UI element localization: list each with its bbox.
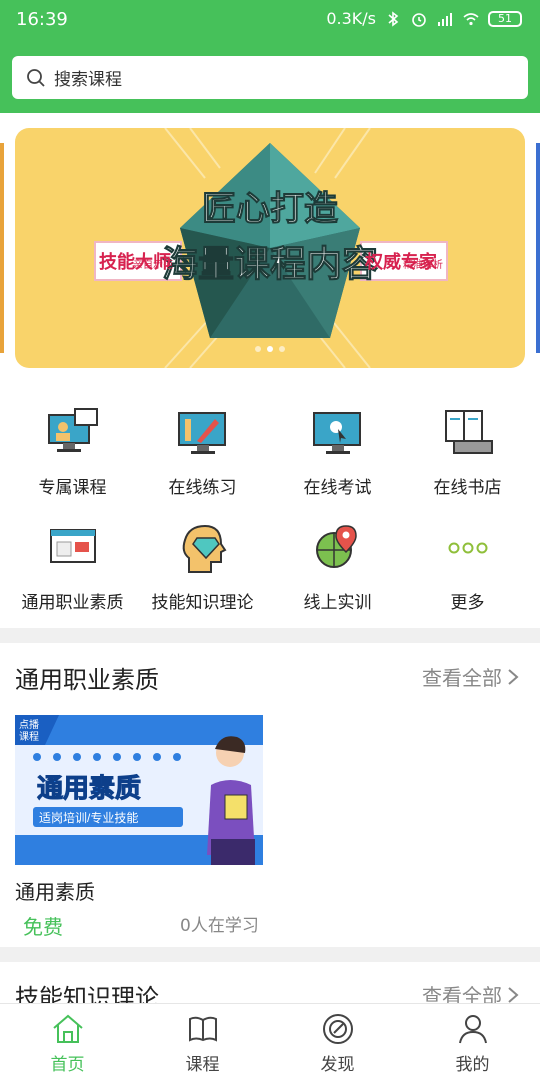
search-icon bbox=[27, 68, 45, 87]
category-label: 通用职业素质 bbox=[21, 593, 124, 613]
bluetooth-icon bbox=[388, 10, 399, 27]
section-divider bbox=[0, 628, 540, 643]
banner-headline-1: 匠心打造 bbox=[202, 190, 338, 228]
globe-pin-icon bbox=[315, 525, 357, 568]
head-diamond-icon bbox=[182, 524, 226, 573]
chevron-right-icon bbox=[508, 986, 519, 1003]
signal-icon bbox=[438, 12, 452, 26]
banner-dot-active[interactable] bbox=[267, 346, 273, 352]
banner-right-tag-sub: 精准解析 bbox=[403, 258, 443, 271]
nav-label: 发现 bbox=[320, 1055, 355, 1075]
banner-carousel[interactable]: 匠心打造 海量课程内容 技能大师 亲自示范 权威专家 精准解析 bbox=[0, 113, 540, 383]
book-icon bbox=[188, 1016, 217, 1042]
banner-next-peek bbox=[536, 143, 540, 353]
category-online-exam[interactable]: 在线考试 bbox=[270, 395, 405, 505]
category-online-bookstore[interactable]: 在线书店 bbox=[400, 395, 535, 505]
category-exclusive-courses[interactable]: 专属课程 bbox=[5, 395, 140, 505]
course-thumbnail-art: 点播 课程 通用素质 适岗培训/专业技能 bbox=[15, 715, 263, 865]
nav-label: 我的 bbox=[455, 1055, 490, 1075]
banner-dot[interactable] bbox=[279, 346, 285, 352]
monitor-cursor-icon bbox=[312, 412, 361, 454]
course-learner-count: 0人在学习 bbox=[180, 916, 259, 936]
category-general-quality[interactable]: 通用职业素质 bbox=[5, 510, 140, 620]
monitor-teacher-icon bbox=[47, 408, 98, 452]
header: 16:39 0.3K/s 51 搜索课程 bbox=[0, 0, 540, 113]
nav-home[interactable]: 首页 bbox=[0, 1004, 135, 1080]
ruler-pencil-monitor-icon bbox=[177, 412, 226, 454]
compass-icon bbox=[322, 1014, 353, 1044]
category-online-training[interactable]: 线上实训 bbox=[270, 510, 405, 620]
course-name[interactable]: 通用素质 bbox=[15, 876, 95, 905]
course-thumb-subtitle: 适岗培训/专业技能 bbox=[39, 810, 138, 825]
course-badge-line2: 课程 bbox=[19, 731, 39, 743]
book-keyboard-icon bbox=[444, 410, 493, 454]
nav-discover[interactable]: 发现 bbox=[270, 1004, 405, 1080]
category-label: 在线考试 bbox=[303, 478, 372, 498]
banner-left-tag-sub: 亲自示范 bbox=[133, 258, 173, 271]
nav-label: 课程 bbox=[185, 1055, 220, 1075]
home-icon bbox=[52, 1014, 83, 1043]
banner-slide[interactable]: 匠心打造 海量课程内容 技能大师 亲自示范 权威专家 精准解析 bbox=[15, 128, 525, 368]
category-label: 在线练习 bbox=[168, 478, 237, 498]
category-label: 专属课程 bbox=[38, 478, 107, 498]
section-title-general-quality: 通用职业素质 bbox=[15, 666, 159, 694]
nav-courses[interactable]: 课程 bbox=[135, 1004, 270, 1080]
banner-pagination bbox=[255, 346, 285, 352]
banner-dot[interactable] bbox=[255, 346, 261, 352]
more-dots-icon bbox=[448, 542, 487, 554]
video-page-icon bbox=[49, 529, 96, 563]
category-label: 线上实训 bbox=[303, 593, 372, 613]
status-time: 16:39 bbox=[16, 9, 68, 30]
search-input[interactable]: 搜索课程 bbox=[12, 56, 528, 99]
wifi-icon bbox=[463, 12, 479, 25]
banner-artwork: 匠心打造 海量课程内容 技能大师 亲自示范 权威专家 精准解析 bbox=[94, 128, 448, 368]
category-label: 更多 bbox=[450, 593, 485, 613]
course-badge-line1: 点播 bbox=[19, 718, 39, 731]
network-speed: 0.3K/s bbox=[326, 9, 376, 28]
category-skill-theory[interactable]: 技能知识理论 bbox=[135, 510, 270, 620]
banner-prev-peek bbox=[0, 143, 4, 353]
course-price: 免费 bbox=[23, 915, 63, 939]
status-icons: 0.3K/s 51 bbox=[326, 9, 522, 28]
banner-headline-2: 海量课程内容 bbox=[162, 243, 378, 284]
battery-icon: 51 bbox=[488, 10, 522, 27]
chevron-right-icon bbox=[508, 668, 519, 685]
nav-profile[interactable]: 我的 bbox=[405, 1004, 540, 1080]
alarm-icon bbox=[412, 12, 426, 27]
category-label: 技能知识理论 bbox=[151, 593, 254, 613]
view-all-label: 查看全部 bbox=[422, 666, 502, 690]
category-online-practice[interactable]: 在线练习 bbox=[135, 395, 270, 505]
view-all-button[interactable]: 查看全部 bbox=[422, 662, 520, 691]
bottom-navigation: 首页 课程 发现 我的 bbox=[0, 1003, 540, 1080]
user-icon bbox=[458, 1015, 487, 1044]
course-thumbnail[interactable]: 点播 课程 通用素质 适岗培训/专业技能 bbox=[15, 715, 263, 865]
nav-label: 首页 bbox=[50, 1055, 85, 1075]
course-thumb-title: 通用素质 bbox=[37, 773, 141, 803]
category-grid: 专属课程 在线练习 在线考试 在线书店 通用职业素质 技能知识理论 线上实训 更… bbox=[0, 395, 540, 625]
category-label: 在线书店 bbox=[433, 478, 502, 498]
search-placeholder: 搜索课程 bbox=[54, 70, 122, 90]
status-bar: 16:39 0.3K/s 51 bbox=[0, 0, 540, 40]
section-divider bbox=[0, 947, 540, 962]
category-more[interactable]: 更多 bbox=[400, 510, 535, 620]
